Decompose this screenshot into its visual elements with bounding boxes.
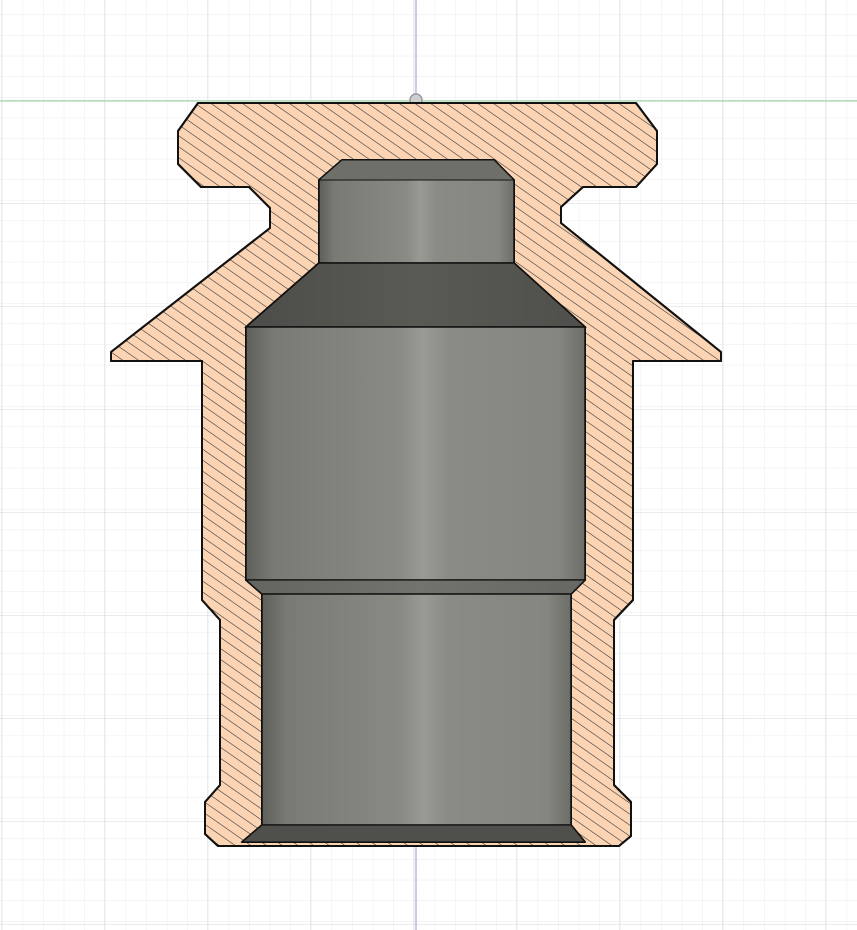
canvas-svg[interactable] (0, 0, 857, 930)
cavity-neck[interactable] (317, 159, 516, 264)
cavity-step-ring[interactable] (244, 579, 587, 595)
cavity-bottom-chamfer[interactable] (240, 824, 587, 843)
design-canvas[interactable] (0, 0, 857, 930)
cavity-main-bore[interactable] (245, 326, 586, 581)
cavity-lower-bore[interactable] (261, 593, 572, 826)
